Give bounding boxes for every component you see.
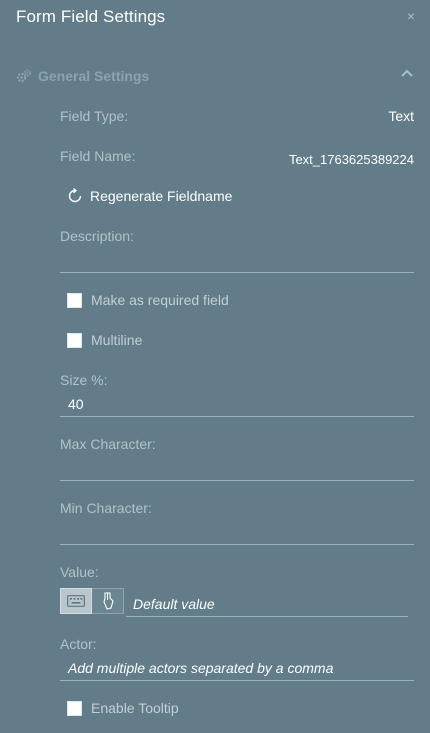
size-underline (60, 416, 414, 417)
tooltip-checkbox[interactable] (67, 700, 82, 716)
field-name-value: Text_1763625389224 (288, 152, 414, 167)
field-type-value: Text (388, 108, 414, 124)
signature-pen-icon (102, 592, 114, 610)
actor-label: Actor: (60, 636, 97, 652)
multiline-row[interactable]: Multiline (67, 332, 142, 348)
max-character-underline (60, 480, 414, 481)
description-label: Description: (60, 228, 134, 244)
general-settings-header[interactable]: General Settings (16, 66, 416, 86)
keyboard-icon (67, 595, 85, 607)
field-name-label: Field Name: (60, 148, 136, 164)
min-character-label: Min Character: (60, 500, 152, 516)
tooltip-label: Enable Tooltip (91, 700, 179, 716)
keyboard-mode-button[interactable] (60, 588, 92, 614)
actor-underline (60, 680, 414, 681)
close-icon[interactable]: × (407, 8, 415, 24)
value-label: Value: (60, 564, 99, 580)
max-character-label: Max Character: (60, 436, 156, 452)
tooltip-row[interactable]: Enable Tooltip (67, 700, 179, 716)
actor-input[interactable]: Add multiple actors separated by a comma (68, 660, 333, 676)
refresh-icon (68, 187, 82, 203)
default-value-input[interactable]: Default value (133, 596, 215, 612)
section-title: General Settings (38, 68, 150, 84)
size-input[interactable]: 40 (68, 396, 84, 412)
required-label: Make as required field (91, 292, 229, 308)
panel-title: Form Field Settings (16, 7, 166, 26)
chevron-up-icon[interactable] (400, 68, 414, 78)
multiline-checkbox[interactable] (67, 332, 82, 348)
size-label: Size %: (60, 372, 108, 388)
form-field-settings-panel: Form Field Settings × General Settings F… (0, 0, 430, 733)
value-mode-toggle (60, 588, 126, 614)
regenerate-fieldname-button[interactable]: Regenerate Fieldname (66, 186, 232, 206)
regenerate-label: Regenerate Fieldname (90, 188, 233, 204)
signature-mode-button[interactable] (92, 588, 124, 614)
field-type-label: Field Type: (60, 108, 129, 124)
min-character-underline (60, 544, 414, 545)
description-underline (60, 272, 414, 273)
default-value-underline (126, 616, 408, 617)
gears-icon (16, 69, 31, 83)
multiline-label: Multiline (91, 332, 143, 348)
required-checkbox[interactable] (67, 292, 82, 308)
required-field-row[interactable]: Make as required field (67, 292, 229, 308)
